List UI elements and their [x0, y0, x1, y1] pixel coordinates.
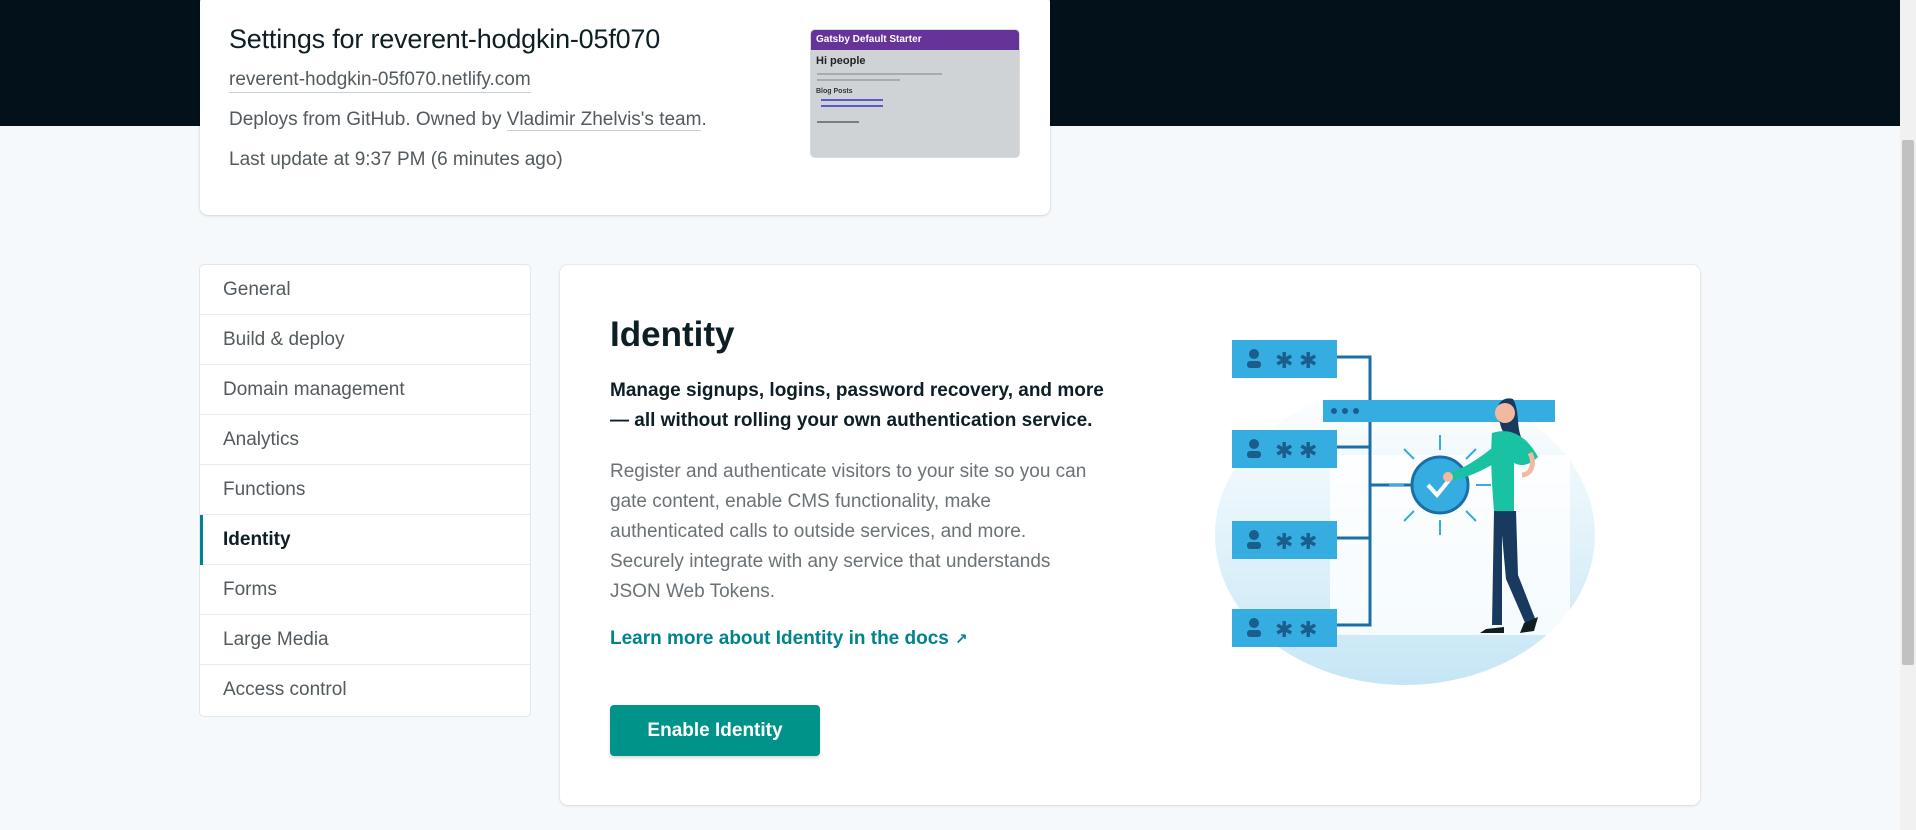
- site-url-link[interactable]: reverent-hodgkin-05f070.netlify.com: [229, 69, 531, 93]
- sidebar-item-analytics[interactable]: Analytics: [200, 415, 530, 465]
- preview-footer-line: [817, 121, 859, 123]
- preview-line: [817, 79, 901, 81]
- credential-row: ✱ ✱: [1232, 340, 1337, 378]
- docs-link-label: Learn more about Identity in the docs: [610, 628, 949, 649]
- site-preview-thumbnail[interactable]: Gatsby Default Starter Hi people Blog Po…: [810, 29, 1020, 158]
- deploy-info-suffix: .: [701, 109, 707, 130]
- site-title: Settings for reverent-hodgkin-05f070: [229, 24, 661, 54]
- settings-sidebar: General Build & deploy Domain management…: [200, 265, 530, 716]
- sidebar-item-large-media[interactable]: Large Media: [200, 615, 530, 665]
- credential-row: ✱ ✱: [1232, 521, 1337, 559]
- svg-text:✱: ✱: [1299, 530, 1317, 555]
- scrollbar-thumb[interactable]: [1902, 140, 1914, 665]
- svg-text:✱: ✱: [1275, 439, 1293, 464]
- last-update-text: Last update at 9:37 PM (6 minutes ago): [229, 149, 563, 170]
- svg-text:✱: ✱: [1275, 349, 1293, 374]
- team-owner-link[interactable]: Vladimir Zhelvis's team: [506, 109, 702, 131]
- identity-description: Register and authenticate visitors to yo…: [610, 461, 1087, 602]
- browser-bar: [1323, 400, 1555, 422]
- deploy-info: Deploys from GitHub. Owned by Vladimir Z…: [229, 109, 707, 131]
- svg-text:✱: ✱: [1275, 618, 1293, 643]
- sidebar-item-build-deploy[interactable]: Build & deploy: [200, 315, 530, 365]
- preview-heading: Hi people: [816, 55, 866, 67]
- sidebar-item-functions[interactable]: Functions: [200, 465, 530, 515]
- preview-link-line: [821, 99, 884, 101]
- identity-panel: Identity Manage signups, logins, passwor…: [560, 265, 1700, 805]
- credential-row: ✱ ✱: [1232, 430, 1337, 468]
- sidebar-item-forms[interactable]: Forms: [200, 565, 530, 615]
- site-summary-card: Settings for reverent-hodgkin-05f070 rev…: [200, 0, 1050, 215]
- sidebar-item-identity[interactable]: Identity: [200, 515, 530, 565]
- svg-text:✱: ✱: [1299, 439, 1317, 464]
- docs-link[interactable]: Learn more about Identity in the docs ↗: [610, 628, 967, 650]
- deploy-info-prefix: Deploys from GitHub. Owned by: [229, 109, 507, 130]
- identity-illustration: ✱ ✱ ✱ ✱ ✱ ✱ ✱ ✱: [1215, 340, 1595, 685]
- preview-line: [817, 73, 942, 75]
- page-title: Identity: [610, 315, 735, 354]
- preview-subheading: Blog Posts: [816, 88, 853, 95]
- sidebar-item-access-control[interactable]: Access control: [200, 665, 530, 715]
- preview-link-line: [821, 105, 884, 107]
- svg-text:✱: ✱: [1299, 618, 1317, 643]
- preview-header: Gatsby Default Starter: [811, 30, 1019, 50]
- page-scrollbar[interactable]: [1900, 0, 1916, 830]
- identity-lead-text: Manage signups, logins, password recover…: [610, 380, 1104, 431]
- enable-identity-button[interactable]: Enable Identity: [610, 705, 820, 756]
- external-arrow-icon: ↗: [954, 631, 968, 648]
- svg-text:✱: ✱: [1299, 349, 1317, 374]
- sidebar-item-domain-management[interactable]: Domain management: [200, 365, 530, 415]
- credential-row: ✱ ✱: [1232, 609, 1337, 647]
- sidebar-item-general[interactable]: General: [200, 265, 530, 315]
- svg-text:✱: ✱: [1275, 530, 1293, 555]
